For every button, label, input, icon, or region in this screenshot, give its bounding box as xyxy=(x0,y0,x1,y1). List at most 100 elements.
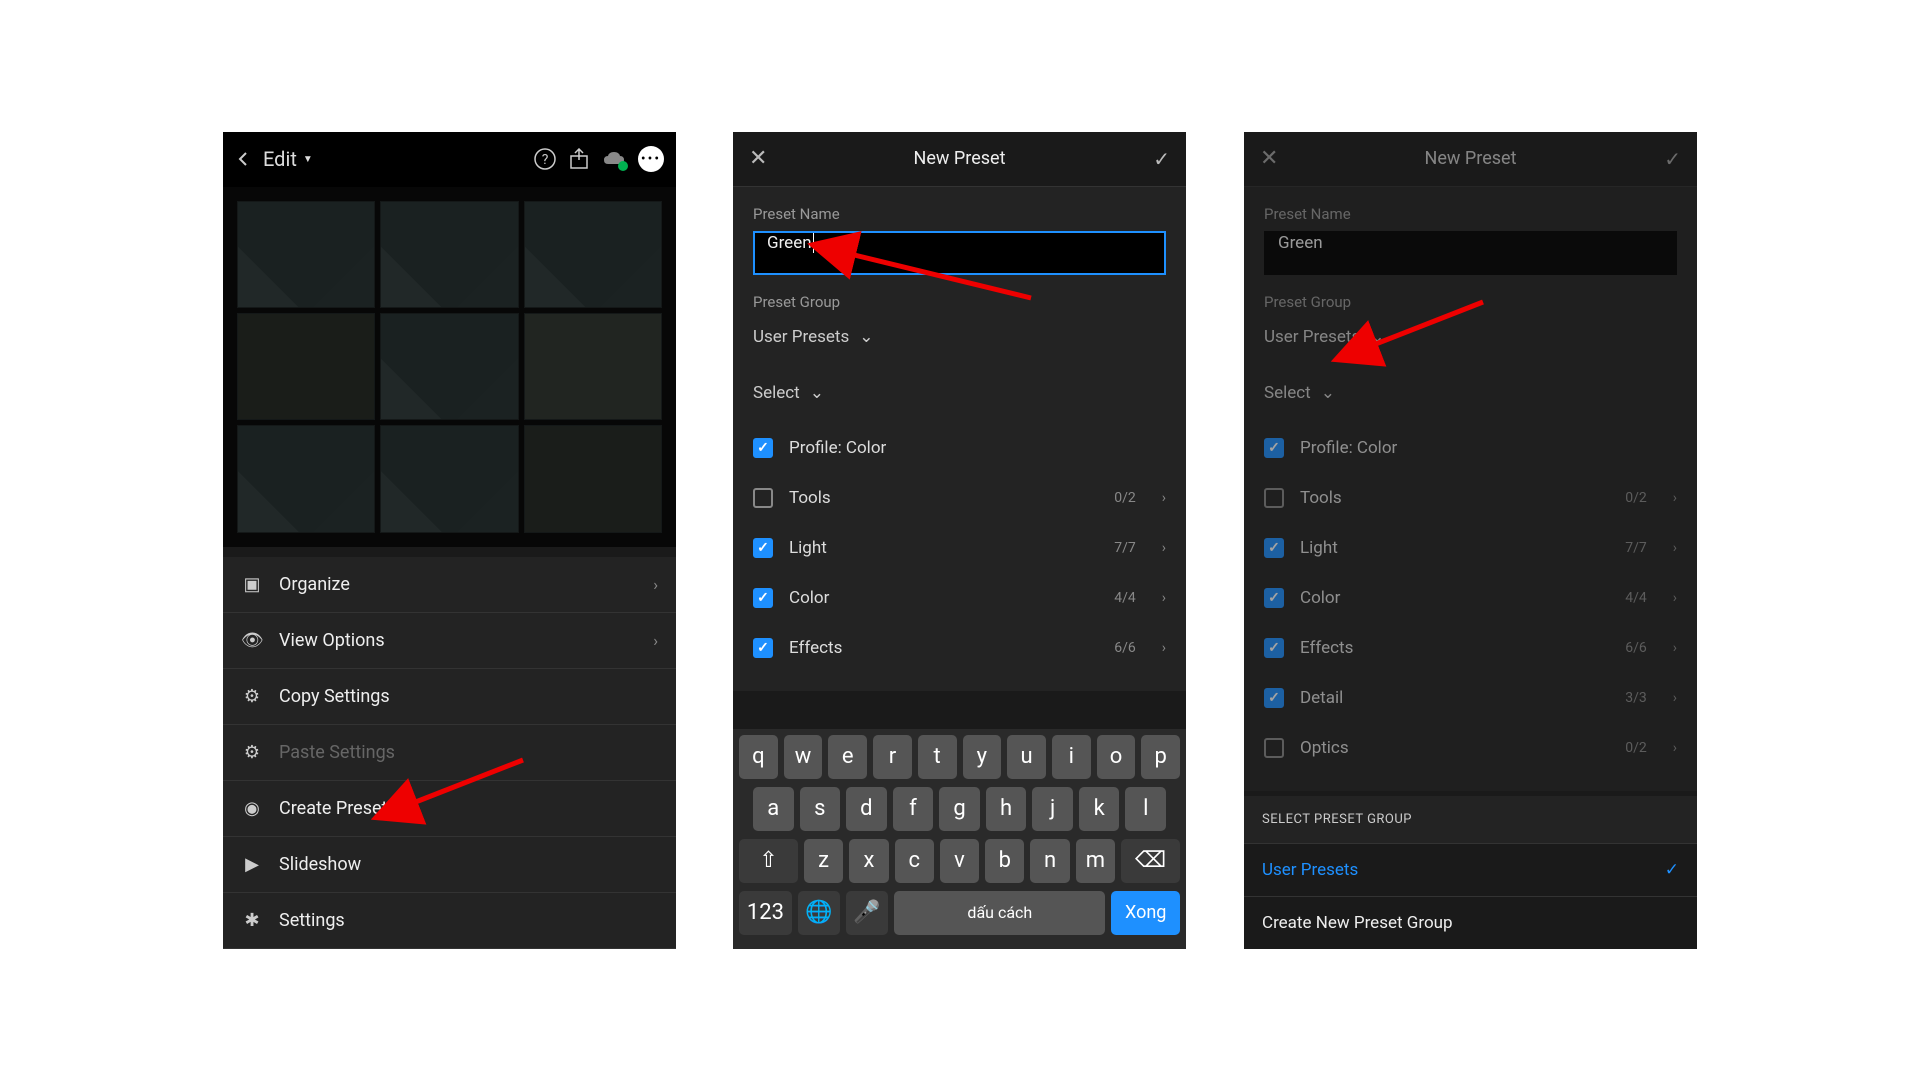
checkbox-icon[interactable] xyxy=(1264,438,1284,458)
key-done[interactable]: Xong xyxy=(1111,891,1180,935)
key-shift[interactable]: ⇧ xyxy=(739,839,798,883)
option-effects[interactable]: Effects6/6› xyxy=(753,623,1166,673)
key-p[interactable]: p xyxy=(1141,735,1180,779)
menu-slideshow[interactable]: ▶Slideshow xyxy=(223,837,676,893)
menu-view-options[interactable]: 👁View Options› xyxy=(223,613,676,669)
group-create-new[interactable]: Create New Preset Group xyxy=(1244,896,1697,949)
key-t[interactable]: t xyxy=(918,735,957,779)
edit-dropdown[interactable]: Edit▼ xyxy=(263,147,313,171)
panel-preset-group-select: ✕ New Preset ✓ Preset Name Green Preset … xyxy=(1244,132,1697,949)
key-space[interactable]: dấu cách xyxy=(894,891,1105,935)
key-g[interactable]: g xyxy=(939,787,980,831)
preset-icon: ◉ xyxy=(241,798,263,819)
chevron-right-icon: › xyxy=(653,575,658,594)
select-dropdown[interactable]: Select⌄ xyxy=(753,375,1166,411)
option-color[interactable]: Color4/4› xyxy=(753,573,1166,623)
key-j[interactable]: j xyxy=(1032,787,1073,831)
key-mic[interactable]: 🎤 xyxy=(846,891,888,935)
preset-group-label: Preset Group xyxy=(753,293,1166,311)
key-numbers[interactable]: 123 xyxy=(739,891,792,935)
option-tools[interactable]: Tools0/2› xyxy=(753,473,1166,523)
key-globe[interactable]: 🌐 xyxy=(798,891,840,935)
checkbox-icon[interactable] xyxy=(753,638,773,658)
key-c[interactable]: c xyxy=(895,839,934,883)
paste-icon: ⚙ xyxy=(241,742,263,763)
key-d[interactable]: d xyxy=(846,787,887,831)
key-m[interactable]: m xyxy=(1076,839,1115,883)
option-light[interactable]: Light7/7› xyxy=(1264,523,1677,573)
key-w[interactable]: w xyxy=(784,735,823,779)
checkbox-icon[interactable] xyxy=(753,438,773,458)
option-color[interactable]: Color4/4› xyxy=(1264,573,1677,623)
key-f[interactable]: f xyxy=(893,787,934,831)
close-icon[interactable]: ✕ xyxy=(749,146,767,171)
key-l[interactable]: l xyxy=(1125,787,1166,831)
chevron-right-icon: › xyxy=(1673,740,1677,756)
preset-group-dropdown[interactable]: User Presets⌄ xyxy=(1264,319,1677,355)
checkbox-icon[interactable] xyxy=(1264,738,1284,758)
checkbox-icon[interactable] xyxy=(1264,588,1284,608)
close-icon[interactable]: ✕ xyxy=(1260,146,1278,171)
menu-settings[interactable]: ✱Settings xyxy=(223,893,676,949)
more-icon[interactable]: ••• xyxy=(638,146,664,172)
play-icon: ▶ xyxy=(241,854,263,875)
checkbox-icon[interactable] xyxy=(1264,488,1284,508)
page-title: New Preset xyxy=(914,148,1006,169)
menu-paste-settings: ⚙Paste Settings xyxy=(223,725,676,781)
checkbox-icon[interactable] xyxy=(753,538,773,558)
key-y[interactable]: y xyxy=(963,735,1002,779)
key-v[interactable]: v xyxy=(940,839,979,883)
option-effects[interactable]: Effects6/6› xyxy=(1264,623,1677,673)
key-r[interactable]: r xyxy=(873,735,912,779)
key-k[interactable]: k xyxy=(1079,787,1120,831)
preset-name-input[interactable]: Green xyxy=(1264,231,1677,275)
option-optics[interactable]: Optics0/2› xyxy=(1264,723,1677,773)
option-light[interactable]: Light7/7› xyxy=(753,523,1166,573)
checkbox-icon[interactable] xyxy=(753,588,773,608)
key-o[interactable]: o xyxy=(1097,735,1136,779)
checkbox-icon[interactable] xyxy=(1264,638,1284,658)
checkbox-icon[interactable] xyxy=(753,488,773,508)
preset-group-dropdown[interactable]: User Presets⌄ xyxy=(753,319,1166,355)
key-n[interactable]: n xyxy=(1030,839,1069,883)
back-icon[interactable] xyxy=(235,151,251,167)
panel-new-preset-keyboard: ✕ New Preset ✓ Preset Name Green Preset … xyxy=(733,132,1186,949)
key-z[interactable]: z xyxy=(804,839,843,883)
key-q[interactable]: q xyxy=(739,735,778,779)
modal-overlay xyxy=(223,187,676,547)
menu-organize[interactable]: ▣Organize› xyxy=(223,557,676,613)
help-icon[interactable]: ? xyxy=(534,148,556,170)
key-i[interactable]: i xyxy=(1052,735,1091,779)
option-tools[interactable]: Tools0/2› xyxy=(1264,473,1677,523)
checkbox-icon[interactable] xyxy=(1264,688,1284,708)
key-a[interactable]: a xyxy=(753,787,794,831)
key-backspace[interactable]: ⌫ xyxy=(1121,839,1180,883)
key-b[interactable]: b xyxy=(985,839,1024,883)
key-e[interactable]: e xyxy=(828,735,867,779)
menu-create-preset[interactable]: ◉Create Preset xyxy=(223,781,676,837)
key-h[interactable]: h xyxy=(986,787,1027,831)
sheet-header: SELECT PRESET GROUP xyxy=(1244,796,1697,843)
chevron-right-icon: › xyxy=(1162,540,1166,556)
key-u[interactable]: u xyxy=(1007,735,1046,779)
group-user-presets[interactable]: User Presets✓ xyxy=(1244,843,1697,896)
view-icon: 👁 xyxy=(241,630,263,651)
cloud-sync-icon[interactable] xyxy=(602,147,626,171)
preset-group-label: Preset Group xyxy=(1264,293,1677,311)
preset-name-input[interactable]: Green xyxy=(753,231,1166,275)
share-icon[interactable] xyxy=(568,148,590,170)
chevron-right-icon: › xyxy=(1162,490,1166,506)
header: ✕ New Preset ✓ xyxy=(1244,132,1697,187)
option-profile[interactable]: Profile: Color xyxy=(753,423,1166,473)
confirm-icon[interactable]: ✓ xyxy=(1153,147,1170,171)
option-profile[interactable]: Profile: Color xyxy=(1264,423,1677,473)
key-x[interactable]: x xyxy=(849,839,888,883)
chevron-right-icon: › xyxy=(653,631,658,650)
check-icon: ✓ xyxy=(1665,860,1679,880)
confirm-icon[interactable]: ✓ xyxy=(1664,147,1681,171)
key-s[interactable]: s xyxy=(800,787,841,831)
menu-copy-settings[interactable]: ⚙Copy Settings xyxy=(223,669,676,725)
option-detail[interactable]: Detail3/3› xyxy=(1264,673,1677,723)
select-dropdown[interactable]: Select⌄ xyxy=(1264,375,1677,411)
checkbox-icon[interactable] xyxy=(1264,538,1284,558)
